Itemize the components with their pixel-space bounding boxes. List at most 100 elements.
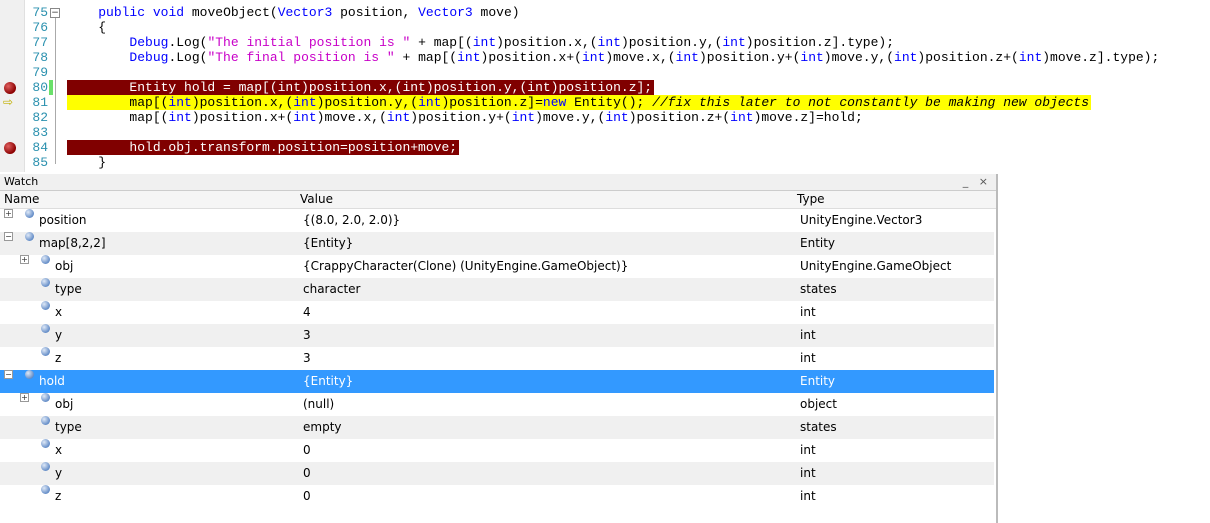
expand-icon[interactable]: + <box>20 393 29 402</box>
code-token: )position.x,( <box>191 95 294 110</box>
code-line[interactable]: 79 <box>0 65 1210 80</box>
watch-value[interactable]: (null) <box>303 393 334 416</box>
column-header-value[interactable]: Value <box>300 191 333 208</box>
code-token: .Log( <box>168 50 208 65</box>
watch-title: Watch <box>4 175 39 188</box>
minimize-button[interactable]: _ <box>963 175 969 188</box>
watch-row[interactable]: y 3 int <box>0 324 994 347</box>
code-token: void <box>152 5 185 20</box>
watch-name: hold <box>39 374 65 388</box>
code-token: Vector3 <box>277 5 333 20</box>
code-token: int <box>597 35 621 50</box>
watch-row[interactable]: x 0 int <box>0 439 994 462</box>
watch-value[interactable]: {CrappyCharacter(Clone) (UnityEngine.Gam… <box>303 255 628 278</box>
code-token: int <box>168 110 192 125</box>
collapse-icon[interactable]: − <box>4 232 13 241</box>
watch-row[interactable]: y 0 int <box>0 462 994 485</box>
watch-value[interactable]: 0 <box>303 462 311 485</box>
code-token: Entity(); <box>566 95 653 110</box>
watch-row[interactable]: + position {(8.0, 2.0, 2.0)} UnityEngine.Ve… <box>0 209 994 232</box>
code-token: moveObject( <box>184 5 278 20</box>
code-token: int <box>293 95 317 110</box>
breakpoint-icon[interactable] <box>4 82 16 94</box>
code-token: map[( <box>67 110 169 125</box>
column-header-type[interactable]: Type <box>797 191 825 208</box>
code-line[interactable]: 77 Debug.Log("The initial position is " … <box>0 35 1210 50</box>
code-token: )position.y,( <box>620 35 723 50</box>
code-token: int <box>800 50 824 65</box>
code-line[interactable]: 85 } <box>0 155 1210 170</box>
column-header-name[interactable]: Name <box>4 191 39 208</box>
code-token: public <box>98 5 146 20</box>
field-icon <box>41 255 50 264</box>
watch-value[interactable]: 4 <box>303 301 311 324</box>
collapse-icon[interactable]: − <box>50 8 60 18</box>
code-line[interactable]: 84 hold.obj.transform.position=position+… <box>0 140 1210 155</box>
watch-value[interactable]: {Entity} <box>303 232 353 255</box>
watch-row[interactable]: z 3 int <box>0 347 994 370</box>
watch-value[interactable]: 0 <box>303 439 311 462</box>
code-line[interactable]: 75− public void moveObject(Vector3 posit… <box>0 5 1210 20</box>
watch-value[interactable]: {Entity} <box>303 370 353 393</box>
line-number: 79 <box>32 65 48 80</box>
expand-icon[interactable]: + <box>4 209 13 218</box>
code-text: } <box>67 155 108 170</box>
watch-value[interactable]: 3 <box>303 347 311 370</box>
watch-row[interactable]: − hold {Entity} Entity <box>0 370 994 393</box>
expand-icon[interactable]: + <box>20 255 29 264</box>
line-number: 80 <box>32 80 48 95</box>
code-token: map[( <box>67 95 169 110</box>
code-token: int <box>293 110 317 125</box>
watch-name: type <box>55 420 82 434</box>
code-token: int <box>581 50 606 65</box>
code-line[interactable]: 78 Debug.Log("The final position is " + … <box>0 50 1210 65</box>
watch-value[interactable]: empty <box>303 416 342 439</box>
code-token: Vector3 <box>418 5 473 20</box>
code-token: int <box>605 110 629 125</box>
code-token: )move.z].type); <box>1042 50 1160 65</box>
code-token: { <box>67 20 107 35</box>
code-token: )position.z+( <box>628 110 731 125</box>
code-token: Entity hold = map[(int)position.x,(int)p… <box>67 80 653 95</box>
code-token: int <box>386 110 411 125</box>
line-number: 85 <box>32 155 48 170</box>
code-line[interactable]: 82 map[(int)position.x+(int)move.x,(int)… <box>0 110 1210 125</box>
code-token: int <box>1018 50 1043 65</box>
watch-name: position <box>39 213 87 227</box>
watch-name: z <box>55 351 62 365</box>
watch-row[interactable]: type empty states <box>0 416 994 439</box>
code-text: Debug.Log("The final position is " + map… <box>67 50 1161 65</box>
code-line[interactable]: 80 Entity hold = map[(int)position.x,(in… <box>0 80 1210 95</box>
collapse-icon[interactable]: − <box>4 370 13 379</box>
code-line[interactable]: 76 { <box>0 20 1210 35</box>
field-icon <box>41 278 50 287</box>
code-line[interactable]: ⇨ 81 map[(int)position.x,(int)position.y,… <box>0 95 1210 110</box>
close-button[interactable]: × <box>979 175 988 188</box>
watch-row[interactable]: type character states <box>0 278 994 301</box>
watch-value[interactable]: 0 <box>303 485 311 508</box>
watch-row[interactable]: − map[8,2,2] {Entity} Entity <box>0 232 994 255</box>
line-number: 78 <box>32 50 48 65</box>
watch-type: int <box>800 351 816 365</box>
watch-row[interactable]: + obj {CrappyCharacter(Clone) (UnityEngine… <box>0 255 994 278</box>
watch-row[interactable]: z 0 int <box>0 485 994 508</box>
watch-row[interactable]: x 4 int <box>0 301 994 324</box>
line-number: 82 <box>32 110 48 125</box>
watch-row[interactable]: + obj (null) object <box>0 393 994 416</box>
code-token: int <box>472 35 497 50</box>
watch-value[interactable]: {(8.0, 2.0, 2.0)} <box>303 209 400 232</box>
watch-value[interactable]: character <box>303 278 360 301</box>
code-token: )position.x+( <box>191 110 294 125</box>
code-text: map[(int)position.x,(int)position.y,(int… <box>67 95 1092 110</box>
code-line[interactable]: 83 <box>0 125 1210 140</box>
watch-name: obj <box>55 397 74 411</box>
code-editor[interactable]: 75− public void moveObject(Vector3 posit… <box>0 0 1210 172</box>
watch-type: int <box>800 328 816 342</box>
field-icon <box>25 232 34 241</box>
watch-header: Name Value Type <box>0 191 996 209</box>
watch-value[interactable]: 3 <box>303 324 311 347</box>
breakpoint-icon[interactable] <box>4 142 16 154</box>
watch-type: object <box>800 397 837 411</box>
